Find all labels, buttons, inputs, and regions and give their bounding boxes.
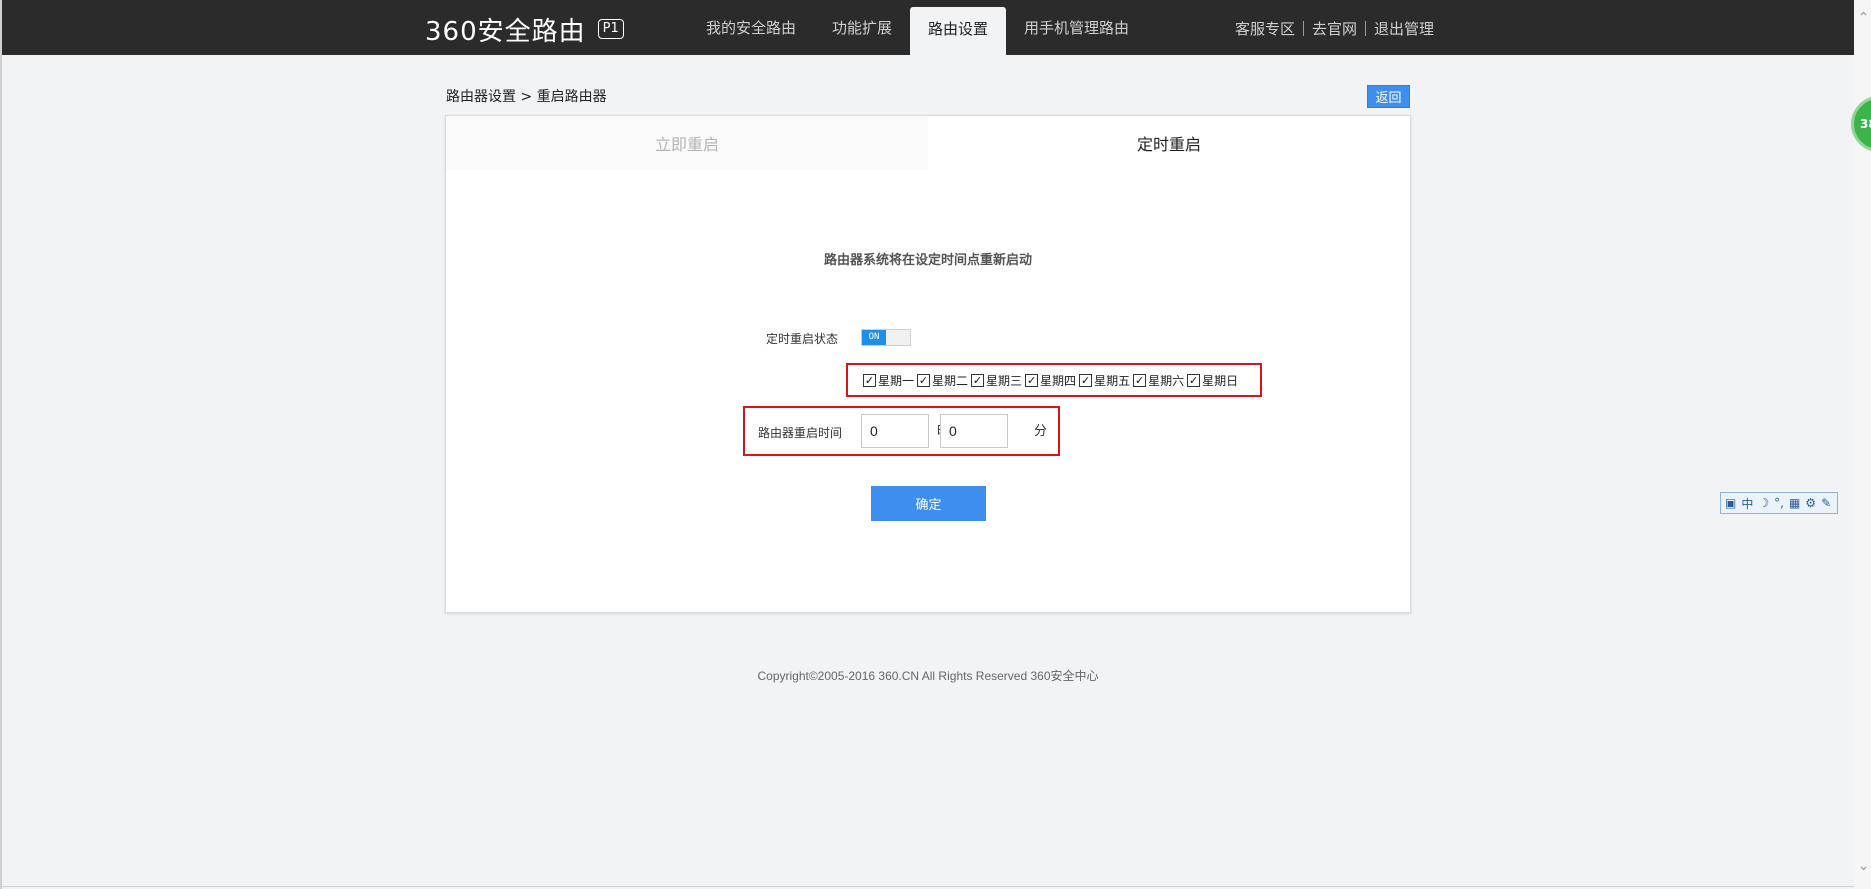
ime-toolbar: ▣ 中 ☽ °, ▦ ⚙ ✎ xyxy=(1720,492,1838,514)
day-monday[interactable]: ✓ 星期一 xyxy=(863,372,914,389)
checkbox-checked-icon[interactable]: ✓ xyxy=(1079,373,1093,387)
ime-chinese-mode-icon[interactable]: 中 xyxy=(1741,495,1753,512)
ime-tool-icon[interactable]: ✎ xyxy=(1821,496,1831,510)
main-nav: 我的安全路由 功能扩展 路由设置 用手机管理路由 xyxy=(688,0,1147,55)
scroll-down-arrow-icon[interactable]: ⌄ xyxy=(1854,858,1871,877)
day-sunday[interactable]: ✓ 星期日 xyxy=(1187,372,1238,389)
toggle-on-indicator: ON xyxy=(862,330,886,345)
minute-input[interactable] xyxy=(940,414,1008,448)
day-label: 星期日 xyxy=(1202,373,1239,388)
scroll-up-arrow-icon[interactable]: ⌃ xyxy=(1854,10,1871,29)
ime-moon-icon[interactable]: ☽ xyxy=(1758,496,1769,510)
schedule-toggle[interactable]: ON xyxy=(861,329,911,346)
hour-input[interactable] xyxy=(861,414,929,448)
tab-scheduled-reboot[interactable]: 定时重启 xyxy=(928,116,1410,170)
nav-router-settings[interactable]: 路由设置 xyxy=(910,7,1007,55)
checkbox-checked-icon[interactable]: ✓ xyxy=(971,373,985,387)
breadcrumb: 路由器设置 > 重启路由器 xyxy=(446,89,607,105)
day-saturday[interactable]: ✓ 星期六 xyxy=(1133,372,1184,389)
checkbox-checked-icon[interactable]: ✓ xyxy=(863,373,876,387)
support-link[interactable]: 客服专区 xyxy=(1235,18,1295,39)
schedule-description: 路由器系统将在设定时间点重新启动 xyxy=(823,253,1032,268)
nav-my-router[interactable]: 我的安全路由 xyxy=(688,0,814,55)
reboot-time-group: 路由器重启时间 时 分 xyxy=(743,406,1060,456)
link-divider xyxy=(1303,21,1305,36)
day-thursday[interactable]: ✓ 星期四 xyxy=(1025,372,1076,389)
confirm-button[interactable]: 确定 xyxy=(871,486,986,521)
ime-punctuation-icon[interactable]: °, xyxy=(1774,496,1784,510)
logo: 360安全路由 P1 xyxy=(425,14,624,47)
minute-unit: 分 xyxy=(1034,424,1048,439)
reboot-tabs: 立即重启 定时重启 xyxy=(446,116,1410,170)
day-label: 星期五 xyxy=(1094,373,1131,388)
day-label: 星期二 xyxy=(932,373,969,388)
ime-keyboard-icon[interactable]: ▦ xyxy=(1789,496,1800,510)
day-label: 星期三 xyxy=(986,373,1023,388)
day-label: 星期六 xyxy=(1148,373,1185,388)
top-header: 360安全路由 P1 我的安全路由 功能扩展 路由设置 用手机管理路由 客服专区… xyxy=(2,0,1854,55)
status-label: 定时重启状态 xyxy=(766,332,839,346)
day-label: 星期四 xyxy=(1040,373,1077,388)
checkbox-checked-icon[interactable]: ✓ xyxy=(1187,373,1201,387)
model-badge: P1 xyxy=(597,19,624,39)
weekday-selector: ✓ 星期一 ✓ 星期二 ✓ 星期三 ✓ 星期四 ✓ 星期五 ✓ 星期六 ✓ 星期日 xyxy=(846,363,1262,397)
link-divider xyxy=(1365,21,1367,36)
ime-logo-icon[interactable]: ▣ xyxy=(1725,496,1736,510)
day-friday[interactable]: ✓ 星期五 xyxy=(1079,372,1130,389)
tab-reboot-now[interactable]: 立即重启 xyxy=(446,116,928,170)
logout-link[interactable]: 退出管理 xyxy=(1374,18,1434,39)
back-button[interactable]: 返回 xyxy=(1367,85,1410,108)
day-label: 星期一 xyxy=(878,373,915,388)
checkbox-checked-icon[interactable]: ✓ xyxy=(1025,373,1039,387)
reboot-panel: 立即重启 定时重启 路由器系统将在设定时间点重新启动 定时重启状态 ON ✓ 星期… xyxy=(445,115,1411,613)
checkbox-checked-icon[interactable]: ✓ xyxy=(1133,373,1147,387)
header-links: 客服专区 去官网 退出管理 xyxy=(1235,18,1434,39)
nav-mobile-manage[interactable]: 用手机管理路由 xyxy=(1006,0,1147,55)
nav-extensions[interactable]: 功能扩展 xyxy=(814,0,910,55)
reboot-time-label: 路由器重启时间 xyxy=(758,426,843,440)
day-tuesday[interactable]: ✓ 星期二 xyxy=(917,372,968,389)
official-site-link[interactable]: 去官网 xyxy=(1312,18,1357,39)
ime-settings-icon[interactable]: ⚙ xyxy=(1805,496,1816,510)
day-wednesday[interactable]: ✓ 星期三 xyxy=(971,372,1022,389)
logo-text: 360安全路由 xyxy=(425,16,586,47)
bottom-divider xyxy=(2,886,1854,887)
copyright-text: Copyright©2005-2016 360.CN All Rights Re… xyxy=(757,669,1099,683)
checkbox-checked-icon[interactable]: ✓ xyxy=(917,373,931,387)
